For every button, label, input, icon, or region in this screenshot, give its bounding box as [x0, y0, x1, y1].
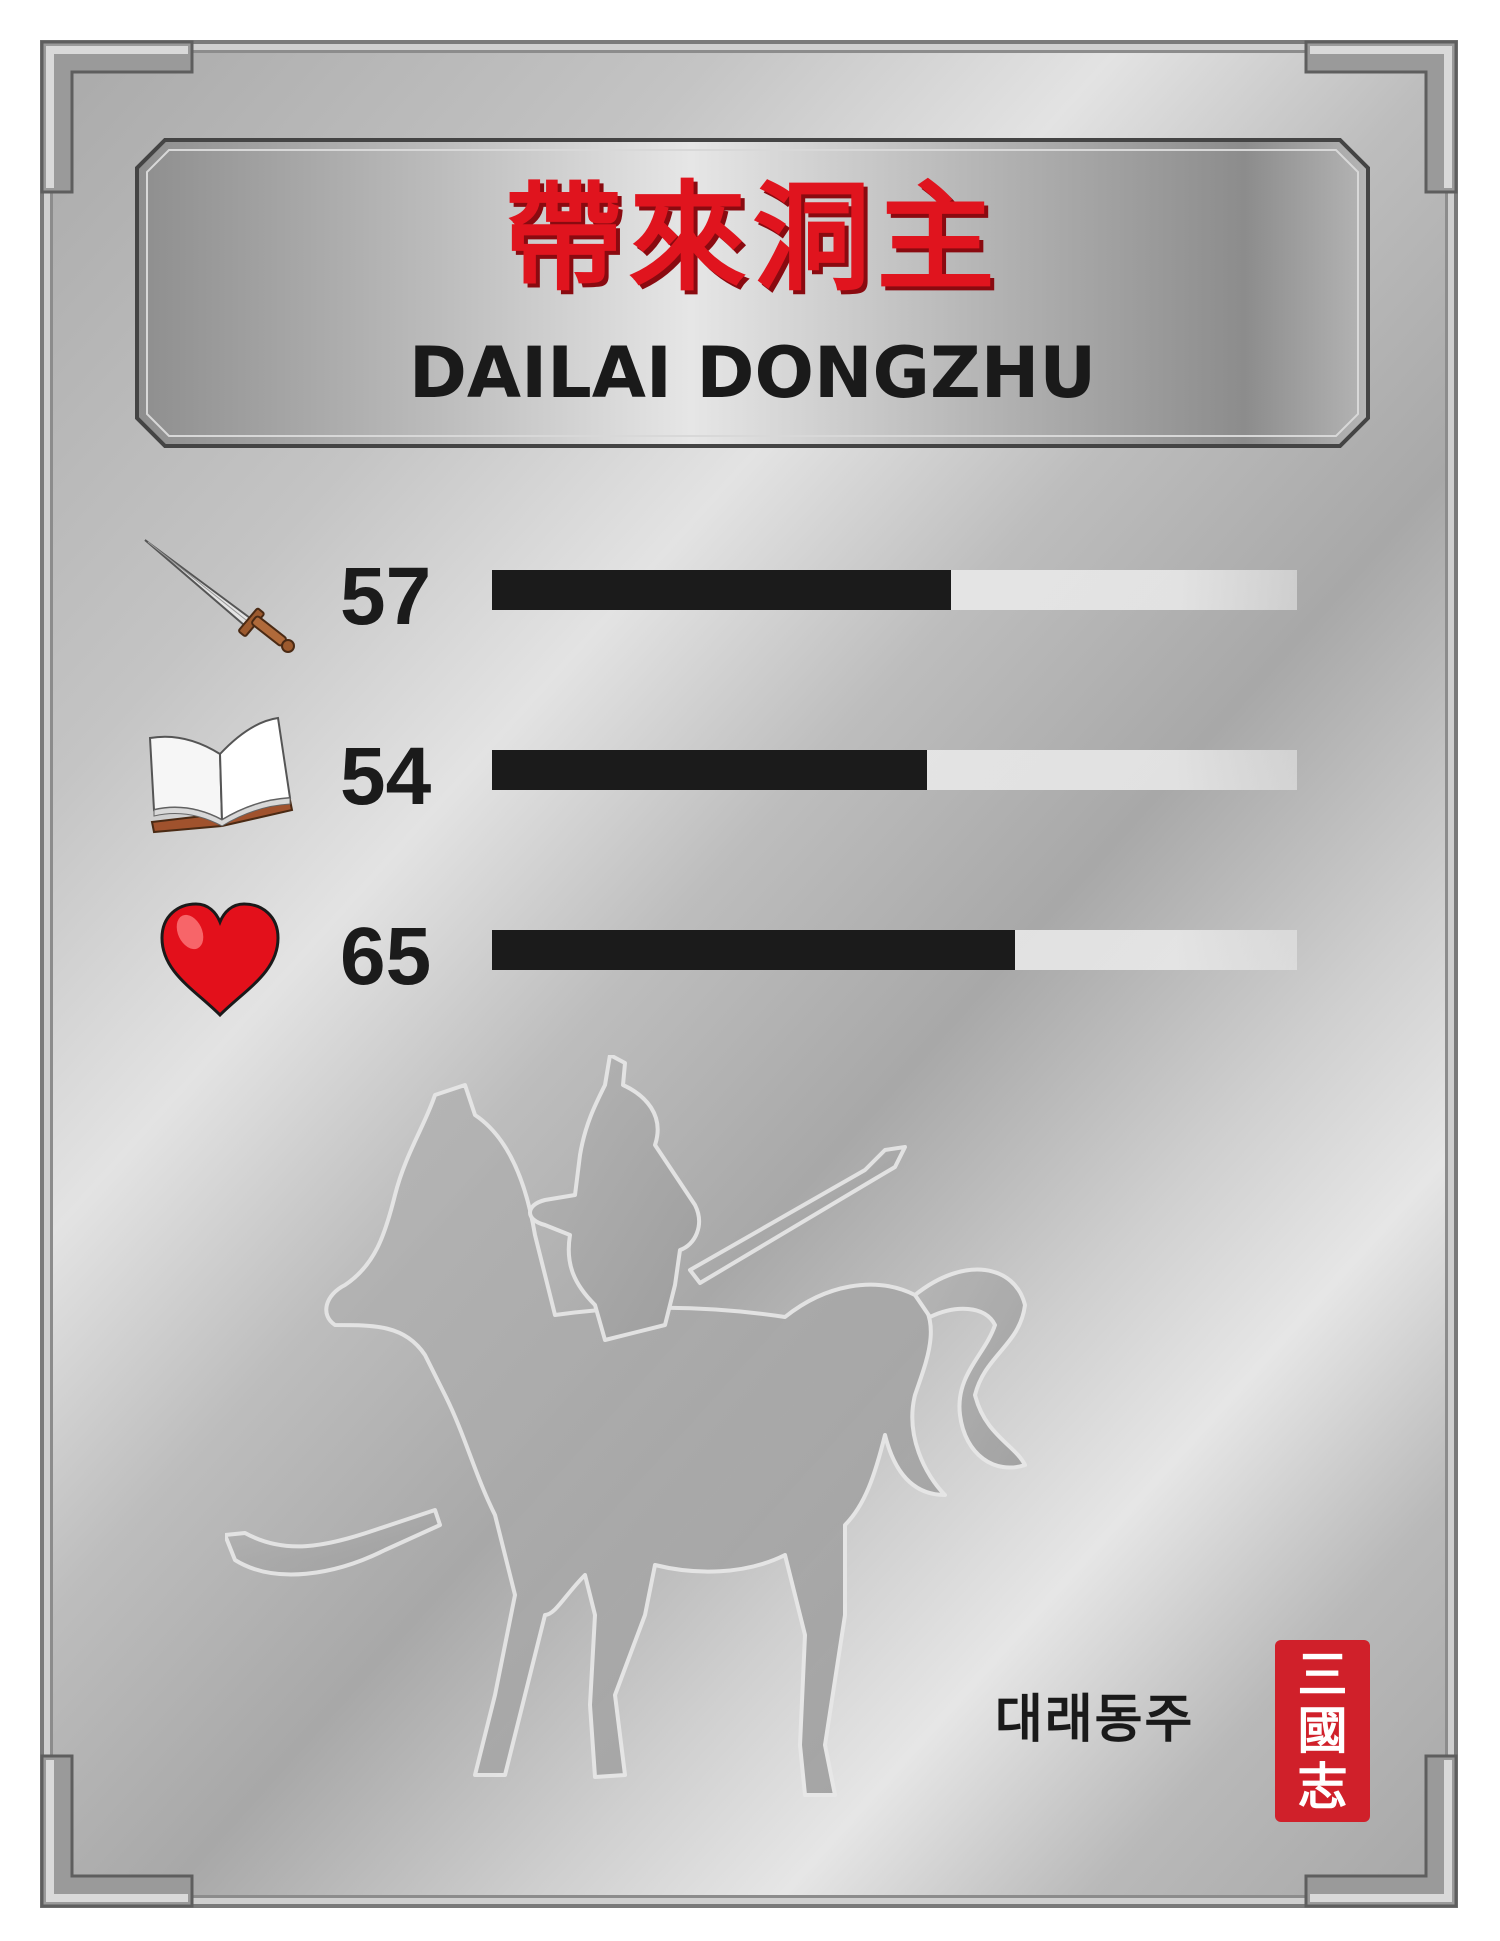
- stat-value-war: 57: [340, 551, 432, 642]
- book-icon: [140, 710, 300, 840]
- stat-bar-track-war: [492, 570, 1297, 610]
- stat-row-war: 57: [140, 530, 1310, 660]
- sword-icon: [140, 530, 300, 660]
- character-name-romanized: DAILAI DONGZHU: [408, 332, 1097, 414]
- stat-bar-fill-politics: [492, 930, 1016, 970]
- seal-char-2: 國: [1297, 1701, 1348, 1760]
- stat-row-intelligence: 54: [140, 710, 1310, 840]
- stat-bar-track-intelligence: [492, 750, 1297, 790]
- corner-bracket-bottom-left: [32, 1746, 202, 1916]
- three-kingdoms-seal: 三 國 志: [1275, 1640, 1370, 1822]
- horseman-silhouette-emblem: [223, 1053, 1125, 1835]
- stat-value-intelligence: 54: [340, 731, 432, 822]
- character-name-chinese: 帶來洞主: [504, 169, 1001, 307]
- character-name-korean: 대래동주: [995, 1690, 1195, 1750]
- stat-bar-fill-war: [492, 570, 951, 610]
- heart-icon: [140, 890, 300, 1020]
- seal-char-3: 志: [1297, 1757, 1348, 1816]
- stat-row-politics: 65: [140, 890, 1310, 1020]
- seal-char-1: 三: [1297, 1645, 1348, 1704]
- stat-bar-fill-intelligence: [492, 750, 927, 790]
- stat-value-politics: 65: [340, 911, 432, 1002]
- stat-bar-track-politics: [492, 930, 1297, 970]
- title-banner: 帶來洞主 DAILAI DONGZHU: [135, 138, 1370, 448]
